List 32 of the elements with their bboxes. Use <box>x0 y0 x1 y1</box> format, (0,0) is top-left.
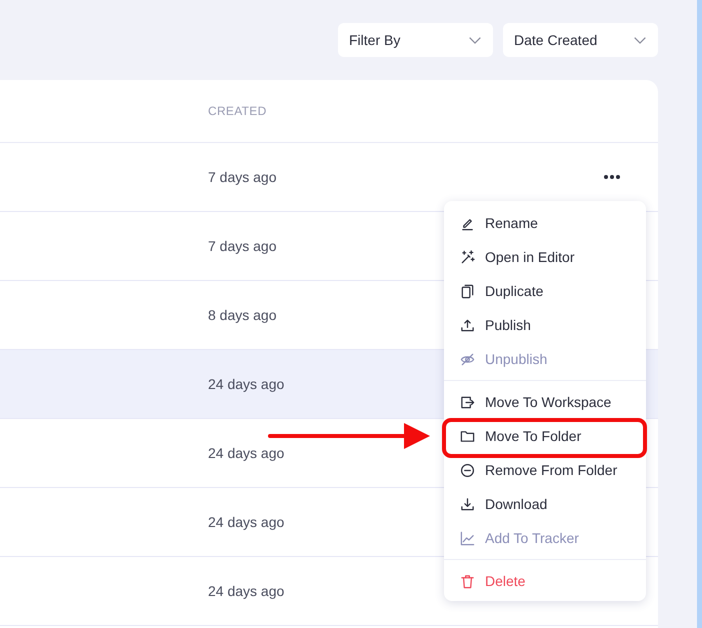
table-cell: 24 days ago <box>208 584 284 598</box>
folder-icon <box>460 428 475 444</box>
table-cell: 7 days ago <box>208 239 276 253</box>
menu-item[interactable]: Download <box>444 487 646 521</box>
table-cell: 24 days ago <box>208 446 284 460</box>
chevron-down-icon <box>469 36 481 44</box>
table-cell: 7 days ago <box>208 170 276 184</box>
copy-icon <box>460 284 475 298</box>
column-header: CREATED <box>208 104 267 118</box>
chevron-down-icon <box>634 36 646 44</box>
download-icon <box>460 496 475 512</box>
table-cell: 24 days ago <box>208 377 284 391</box>
menu-item[interactable]: Duplicate <box>444 274 646 308</box>
menu-item[interactable]: Open in Editor <box>444 240 646 274</box>
minus-circle-icon <box>460 462 475 478</box>
menu-item[interactable]: Move To Workspace <box>444 385 646 419</box>
box-arrow-icon <box>460 394 475 410</box>
trash-icon <box>460 574 475 588</box>
menu-item[interactable]: Remove From Folder <box>444 453 646 487</box>
dropdown[interactable]: Filter By <box>338 23 493 57</box>
eye-slash-icon <box>460 352 475 366</box>
table-cell: 8 days ago <box>208 308 276 322</box>
magic-wand-icon <box>460 250 475 264</box>
table-cell: 24 days ago <box>208 515 284 529</box>
upload-icon <box>460 318 475 332</box>
menu-item[interactable]: Publish <box>444 308 646 342</box>
menu-item[interactable]: Move To Folder <box>444 419 646 453</box>
line-chart-icon <box>460 530 475 546</box>
menu-item[interactable]: Delete <box>444 564 646 598</box>
menu-item[interactable]: Rename <box>444 206 646 240</box>
more-icon <box>604 175 620 179</box>
dropdown[interactable]: Date Created <box>503 23 658 57</box>
